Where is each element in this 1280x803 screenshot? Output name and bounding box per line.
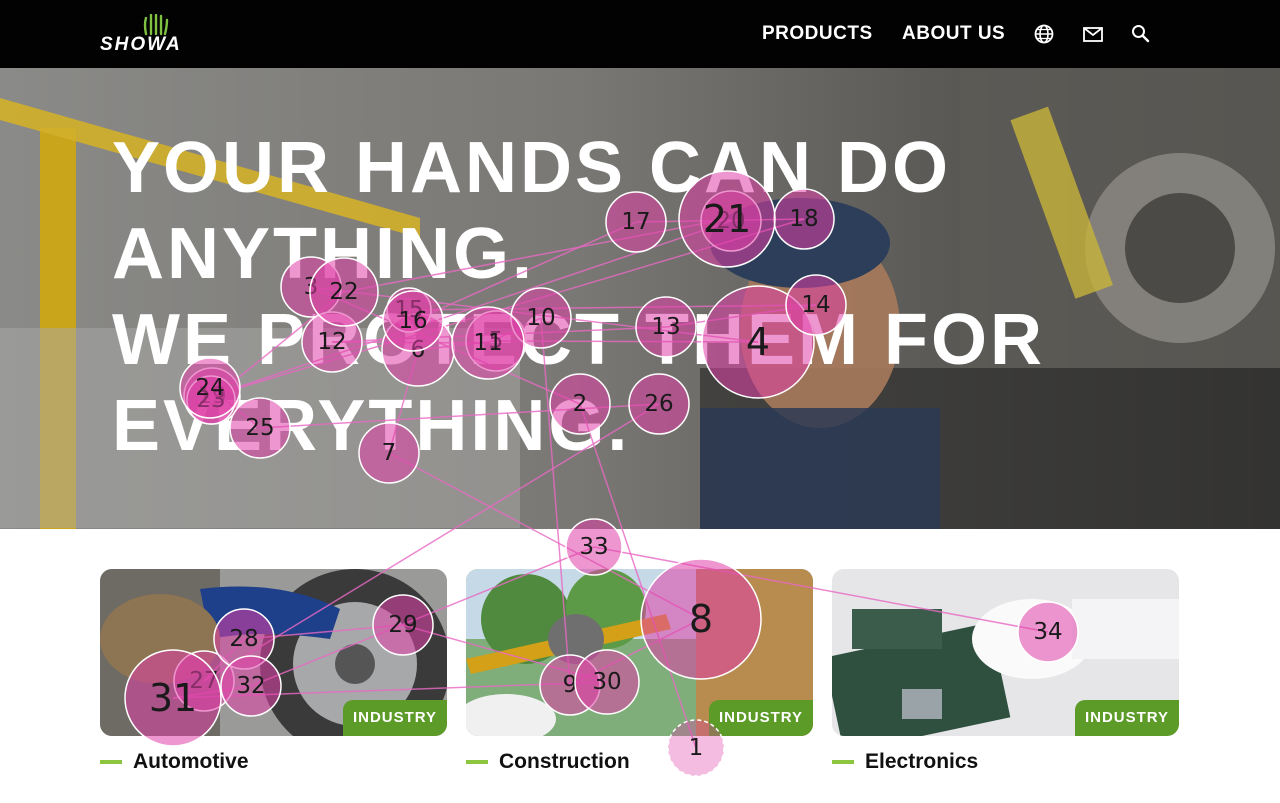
card-label-automotive[interactable]: Automotive xyxy=(133,750,249,774)
accent-dash xyxy=(466,760,488,764)
hero-headline-line-3: WE PROTECT THEM FOR xyxy=(112,300,1045,380)
card-label-electronics[interactable]: Electronics xyxy=(865,750,978,774)
card-label-construction[interactable]: Construction xyxy=(499,750,630,774)
hero-banner: YOUR HANDS CAN DO ANYTHING. WE PROTECT T… xyxy=(0,68,1280,529)
mail-icon[interactable] xyxy=(1082,23,1104,45)
hero-headline-line-4: EVERYTHING. xyxy=(112,386,631,466)
nav-about-us-link[interactable]: ABOUT US xyxy=(902,23,1005,45)
industry-badge: INDUSTRY xyxy=(709,700,813,736)
nav-products-link[interactable]: PRODUCTS xyxy=(762,23,873,45)
search-icon[interactable] xyxy=(1130,23,1152,45)
logo-wordmark: SHOWA xyxy=(100,34,182,55)
industry-card-automotive[interactable]: INDUSTRY xyxy=(100,569,447,736)
hero-headline-line-2: ANYTHING. xyxy=(112,214,535,294)
industry-badge: INDUSTRY xyxy=(1075,700,1179,736)
industry-badge: INDUSTRY xyxy=(343,700,447,736)
top-navigation-bar: SHOWA PRODUCTS ABOUT US xyxy=(0,0,1280,68)
hero-headline-line-1: YOUR HANDS CAN DO xyxy=(112,128,952,208)
industry-card-construction[interactable]: INDUSTRY xyxy=(466,569,813,736)
gaze-fixation-number: 33 xyxy=(579,534,608,560)
gaze-fixation-number: 1 xyxy=(689,735,704,761)
globe-icon[interactable] xyxy=(1033,23,1055,45)
hand-logo-icon xyxy=(143,14,169,36)
industry-card-electronics[interactable]: INDUSTRY xyxy=(832,569,1179,736)
accent-dash xyxy=(832,760,854,764)
accent-dash xyxy=(100,760,122,764)
showa-logo[interactable]: SHOWA xyxy=(100,14,210,55)
